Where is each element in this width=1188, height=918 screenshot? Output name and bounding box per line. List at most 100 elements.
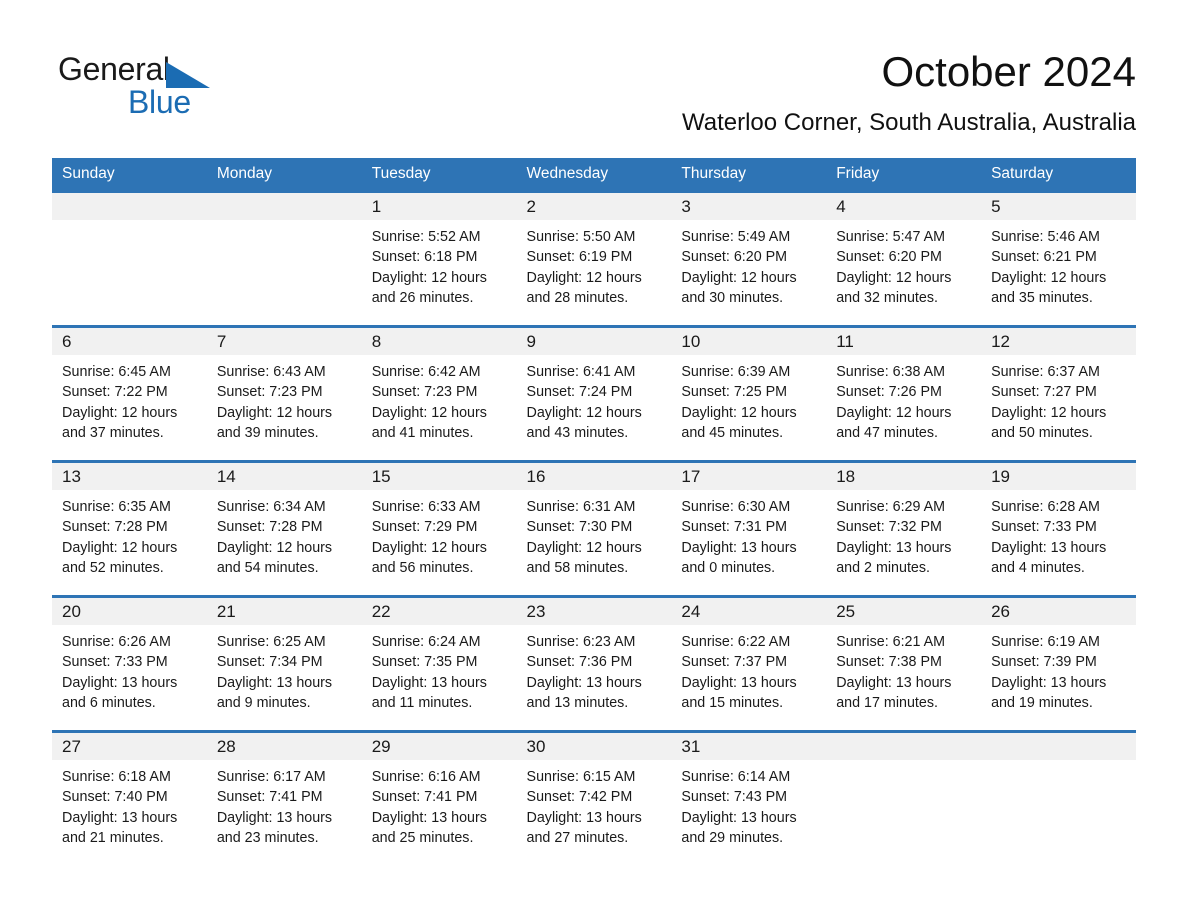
day-number: 8 <box>361 328 517 355</box>
day-number: 11 <box>826 328 982 355</box>
day-cell-inner: 9 Sunrise: 6:41 AM Sunset: 7:24 PM Daylight… <box>516 328 672 460</box>
day-number: 30 <box>516 733 672 760</box>
day-details: Sunrise: 6:31 AM Sunset: 7:30 PM Daylight:… <box>517 490 672 578</box>
day-details: Sunrise: 6:29 AM Sunset: 7:32 PM Daylight:… <box>826 490 981 578</box>
day-cell[interactable]: 6 Sunrise: 6:45 AM Sunset: 7:22 PM Daylight… <box>52 325 207 462</box>
day-cell[interactable]: 28 Sunrise: 6:17 AM Sunset: 7:41 PM Dayligh… <box>206 730 362 865</box>
day-cell[interactable]: 19 Sunrise: 6:28 AM Sunset: 7:33 PM Dayligh… <box>981 460 1136 597</box>
day-cell[interactable]: 2 Sunrise: 5:50 AM Sunset: 6:19 PM Daylight… <box>516 190 672 327</box>
calendar-body: 1 Sunrise: 5:52 AM Sunset: 6:18 PM Daylight… <box>52 190 1136 865</box>
day-cell[interactable] <box>981 730 1136 865</box>
daylight-text-line2: and 29 minutes. <box>681 829 784 846</box>
day-details: Sunrise: 6:14 AM Sunset: 7:43 PM Daylight:… <box>671 760 826 848</box>
day-number: 6 <box>52 328 207 355</box>
day-cell-inner: 27 Sunrise: 6:18 AM Sunset: 7:40 PM Dayligh… <box>52 733 207 865</box>
generalblue-logo[interactable]: General Blue <box>58 52 318 122</box>
day-cell[interactable]: 3 Sunrise: 5:49 AM Sunset: 6:20 PM Daylight… <box>671 190 827 327</box>
day-details: Sunrise: 6:24 AM Sunset: 7:35 PM Daylight:… <box>362 625 517 713</box>
day-number: 26 <box>981 598 1136 625</box>
day-cell[interactable]: 30 Sunrise: 6:15 AM Sunset: 7:42 PM Dayligh… <box>516 730 672 865</box>
day-cell[interactable]: 15 Sunrise: 6:33 AM Sunset: 7:29 PM Dayligh… <box>361 460 517 597</box>
day-number: 4 <box>826 193 982 220</box>
sunset-text: Sunset: 7:23 PM <box>371 384 478 401</box>
logo-bottom-row: Blue <box>58 86 318 120</box>
weekday-header-friday: Friday <box>826 158 982 192</box>
day-cell[interactable]: 21 Sunrise: 6:25 AM Sunset: 7:34 PM Dayligh… <box>206 595 362 732</box>
week-row: 20 Sunrise: 6:26 AM Sunset: 7:33 PM Dayligh… <box>52 595 1136 732</box>
daylight-text-line1: Daylight: 12 hours <box>681 269 797 286</box>
sunrise-text: Sunrise: 5:50 AM <box>526 229 636 245</box>
day-number: 27 <box>52 733 207 760</box>
daylight-text-line2: and 21 minutes. <box>62 829 164 846</box>
sunrise-text: Sunrise: 6:19 AM <box>991 634 1100 650</box>
sunrise-text: Sunrise: 5:47 AM <box>836 229 946 245</box>
day-cell[interactable]: 24 Sunrise: 6:22 AM Sunset: 7:37 PM Dayligh… <box>671 595 827 732</box>
logo-text-blue: Blue <box>128 84 191 120</box>
weekday-header-row: Sunday Monday Tuesday Wednesday Thursday… <box>52 158 1136 192</box>
daylight-text-line1: Daylight: 12 hours <box>371 269 487 286</box>
day-cell[interactable]: 29 Sunrise: 6:16 AM Sunset: 7:41 PM Dayligh… <box>361 730 517 865</box>
day-number: 16 <box>516 463 672 490</box>
day-number: 22 <box>361 598 517 625</box>
sunrise-text: Sunrise: 6:26 AM <box>62 634 171 650</box>
sunset-text: Sunset: 7:34 PM <box>216 654 323 671</box>
day-cell-inner: 6 Sunrise: 6:45 AM Sunset: 7:22 PM Daylight… <box>52 328 207 460</box>
day-cell[interactable]: 5 Sunrise: 5:46 AM Sunset: 6:21 PM Daylight… <box>981 190 1136 327</box>
sunrise-text: Sunrise: 6:18 AM <box>62 769 171 785</box>
day-cell-inner: 8 Sunrise: 6:42 AM Sunset: 7:23 PM Daylight… <box>361 328 517 460</box>
day-cell[interactable]: 23 Sunrise: 6:23 AM Sunset: 7:36 PM Dayligh… <box>516 595 672 732</box>
weekday-header-sunday: Sunday <box>52 158 207 192</box>
sunset-text: Sunset: 7:42 PM <box>526 789 633 806</box>
day-cell[interactable]: 16 Sunrise: 6:31 AM Sunset: 7:30 PM Dayligh… <box>516 460 672 597</box>
day-cell[interactable]: 10 Sunrise: 6:39 AM Sunset: 7:25 PM Dayligh… <box>671 325 827 462</box>
day-details: Sunrise: 6:16 AM Sunset: 7:41 PM Daylight:… <box>362 760 517 848</box>
sunrise-text: Sunrise: 6:29 AM <box>836 499 946 515</box>
day-cell[interactable]: 27 Sunrise: 6:18 AM Sunset: 7:40 PM Dayligh… <box>52 730 207 865</box>
daylight-text-line2: and 4 minutes. <box>991 559 1085 576</box>
daylight-text-line1: Daylight: 13 hours <box>371 674 487 691</box>
day-cell[interactable]: 20 Sunrise: 6:26 AM Sunset: 7:33 PM Dayligh… <box>52 595 207 732</box>
day-cell-inner: 10 Sunrise: 6:39 AM Sunset: 7:25 PM Dayligh… <box>671 328 827 460</box>
day-cell-inner <box>826 733 982 865</box>
day-cell[interactable]: 12 Sunrise: 6:37 AM Sunset: 7:27 PM Dayligh… <box>981 325 1136 462</box>
day-number: 31 <box>671 733 827 760</box>
daylight-text-line2: and 25 minutes. <box>371 829 474 846</box>
day-cell[interactable]: 18 Sunrise: 6:29 AM Sunset: 7:32 PM Dayligh… <box>826 460 982 597</box>
day-number: 1 <box>361 193 517 220</box>
sunset-text: Sunset: 7:28 PM <box>62 519 168 536</box>
day-cell[interactable]: 26 Sunrise: 6:19 AM Sunset: 7:39 PM Dayligh… <box>981 595 1136 732</box>
daylight-text-line1: Daylight: 12 hours <box>62 539 178 556</box>
day-cell[interactable]: 11 Sunrise: 6:38 AM Sunset: 7:26 PM Dayligh… <box>826 325 982 462</box>
day-cell[interactable]: 13 Sunrise: 6:35 AM Sunset: 7:28 PM Dayligh… <box>52 460 207 597</box>
day-cell[interactable] <box>826 730 982 865</box>
daylight-text-line2: and 58 minutes. <box>526 559 629 576</box>
daylight-text-line1: Daylight: 13 hours <box>681 539 797 556</box>
day-details <box>52 220 207 227</box>
day-cell-inner: 17 Sunrise: 6:30 AM Sunset: 7:31 PM Dayligh… <box>671 463 827 595</box>
day-cell[interactable]: 22 Sunrise: 6:24 AM Sunset: 7:35 PM Dayligh… <box>361 595 517 732</box>
sunrise-text: Sunrise: 5:46 AM <box>991 229 1100 245</box>
day-details: Sunrise: 5:49 AM Sunset: 6:20 PM Daylight:… <box>671 220 826 308</box>
day-cell[interactable]: 9 Sunrise: 6:41 AM Sunset: 7:24 PM Daylight… <box>516 325 672 462</box>
day-cell[interactable]: 14 Sunrise: 6:34 AM Sunset: 7:28 PM Dayligh… <box>206 460 362 597</box>
weekday-header-thursday: Thursday <box>671 158 827 192</box>
day-cell[interactable]: 31 Sunrise: 6:14 AM Sunset: 7:43 PM Dayligh… <box>671 730 827 865</box>
day-cell-inner: 30 Sunrise: 6:15 AM Sunset: 7:42 PM Dayligh… <box>516 733 672 865</box>
sunrise-text: Sunrise: 5:49 AM <box>681 229 791 245</box>
day-details: Sunrise: 5:46 AM Sunset: 6:21 PM Daylight:… <box>981 220 1136 308</box>
day-cell[interactable]: 7 Sunrise: 6:43 AM Sunset: 7:23 PM Daylight… <box>206 325 362 462</box>
day-number: 24 <box>671 598 827 625</box>
day-cell[interactable]: 25 Sunrise: 6:21 AM Sunset: 7:38 PM Dayligh… <box>826 595 982 732</box>
day-cell[interactable]: 8 Sunrise: 6:42 AM Sunset: 7:23 PM Daylight… <box>361 325 517 462</box>
day-cell[interactable]: 4 Sunrise: 5:47 AM Sunset: 6:20 PM Daylight… <box>826 190 982 327</box>
sunrise-text: Sunrise: 6:15 AM <box>526 769 636 785</box>
daylight-text-line1: Daylight: 12 hours <box>991 404 1107 421</box>
day-number: 10 <box>671 328 827 355</box>
sunrise-text: Sunrise: 6:17 AM <box>216 769 326 785</box>
day-cell[interactable]: 17 Sunrise: 6:30 AM Sunset: 7:31 PM Dayligh… <box>671 460 827 597</box>
day-cell[interactable] <box>206 190 362 327</box>
day-cell[interactable] <box>52 190 207 327</box>
day-cell[interactable]: 1 Sunrise: 5:52 AM Sunset: 6:18 PM Daylight… <box>361 190 517 327</box>
sunrise-text: Sunrise: 6:33 AM <box>371 499 481 515</box>
day-number: 21 <box>206 598 362 625</box>
